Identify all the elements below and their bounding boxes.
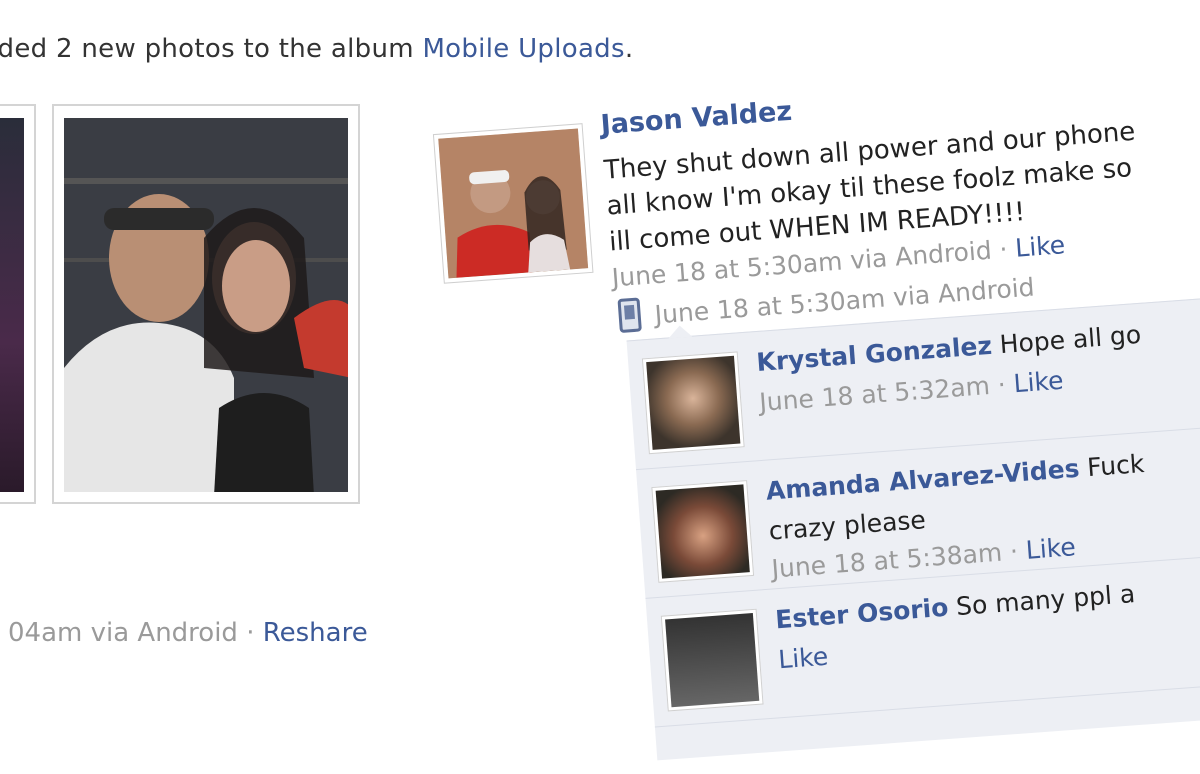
profile-photo-illustration xyxy=(438,128,589,279)
avatar-image xyxy=(438,128,589,279)
post-like-link[interactable]: Like xyxy=(1014,230,1066,263)
comment-like-link[interactable]: Like xyxy=(777,642,829,675)
commenter-avatar[interactable] xyxy=(660,608,764,712)
commenter-name[interactable]: Ester Osorio xyxy=(774,593,949,635)
comment-text-continued: crazy please xyxy=(767,505,927,546)
story-headline-text: ided 2 new photos to the album xyxy=(0,34,423,64)
story-headline: ided 2 new photos to the album Mobile Up… xyxy=(0,34,633,64)
comment-text: Hope all go xyxy=(990,319,1143,360)
avatar-image xyxy=(665,613,760,708)
status-post: Jason Valdez They shut down all power an… xyxy=(420,29,1200,761)
post-author-name[interactable]: Jason Valdez xyxy=(600,96,794,141)
commenter-name[interactable]: Krystal Gonzalez xyxy=(755,331,992,377)
comment-text: So many ppl a xyxy=(947,579,1137,622)
mobile-phone-icon xyxy=(617,297,642,333)
couple-photo-illustration xyxy=(64,118,348,492)
commenter-name[interactable]: Amanda Alvarez-Vides xyxy=(765,454,1081,506)
comment-body: Ester Osorio So many ppl a xyxy=(774,579,1136,634)
comment-like-link[interactable]: Like xyxy=(1025,532,1077,565)
avatar-image xyxy=(646,355,741,450)
avatar-image xyxy=(655,484,750,579)
album-photo-thumbnail[interactable] xyxy=(52,104,360,504)
reshare-link[interactable]: Reshare xyxy=(263,618,368,648)
comment-like-link[interactable]: Like xyxy=(1013,366,1065,399)
story-timestamp[interactable]: 04am via Android · xyxy=(8,618,263,648)
comment-body: Krystal Gonzalez Hope all go xyxy=(755,320,1142,377)
album-link[interactable]: Mobile Uploads xyxy=(422,34,624,64)
photo-image xyxy=(64,118,348,492)
comments-box: Krystal Gonzalez Hope all go June 18 at … xyxy=(626,287,1200,761)
story-headline-period: . xyxy=(624,34,634,64)
comment-timestamp[interactable]: June 18 at 5:32am · xyxy=(758,369,1014,417)
author-profile-photo[interactable] xyxy=(432,123,594,284)
photo-image xyxy=(0,118,24,492)
commenter-avatar[interactable] xyxy=(651,480,755,583)
story-footer: 04am via Android · Reshare xyxy=(8,618,368,648)
comment-body: Amanda Alvarez-Vides Fuck xyxy=(765,449,1145,506)
commenter-avatar[interactable] xyxy=(641,351,745,455)
album-photo-thumbnail[interactable] xyxy=(0,104,36,504)
comment-meta: Like xyxy=(777,642,829,675)
comment-text: Fuck xyxy=(1078,448,1146,483)
